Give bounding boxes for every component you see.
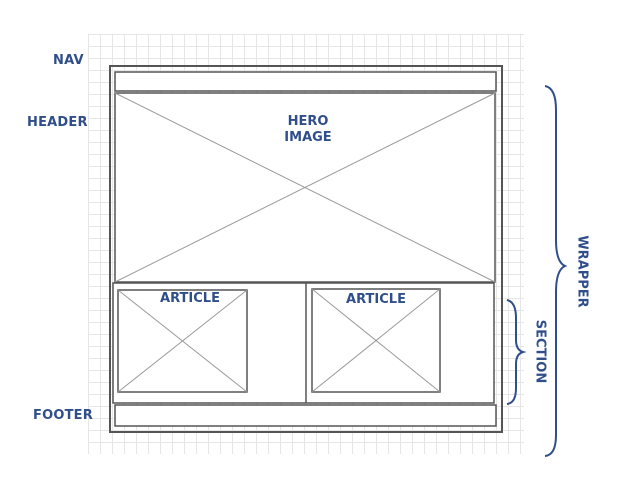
- hero-image-label: HERO IMAGE: [270, 114, 346, 146]
- hero-label-line-2: IMAGE: [284, 130, 332, 145]
- section-brace: [506, 299, 527, 405]
- article-1-label: ARTICLE: [160, 291, 220, 306]
- footer-label: FOOTER: [33, 408, 93, 423]
- wireframe-diagram: [109, 65, 568, 457]
- wrapper-brace: [544, 85, 568, 457]
- header-label: HEADER: [27, 115, 88, 130]
- nav-bar: [114, 71, 497, 92]
- nav-label: NAV: [53, 53, 84, 68]
- wrapper-label: WRAPPER: [574, 235, 590, 308]
- section-label: SECTION: [532, 319, 548, 384]
- article-2-label: ARTICLE: [346, 292, 406, 307]
- hero-label-line-1: HERO: [287, 114, 329, 129]
- footer-bar: [114, 404, 497, 427]
